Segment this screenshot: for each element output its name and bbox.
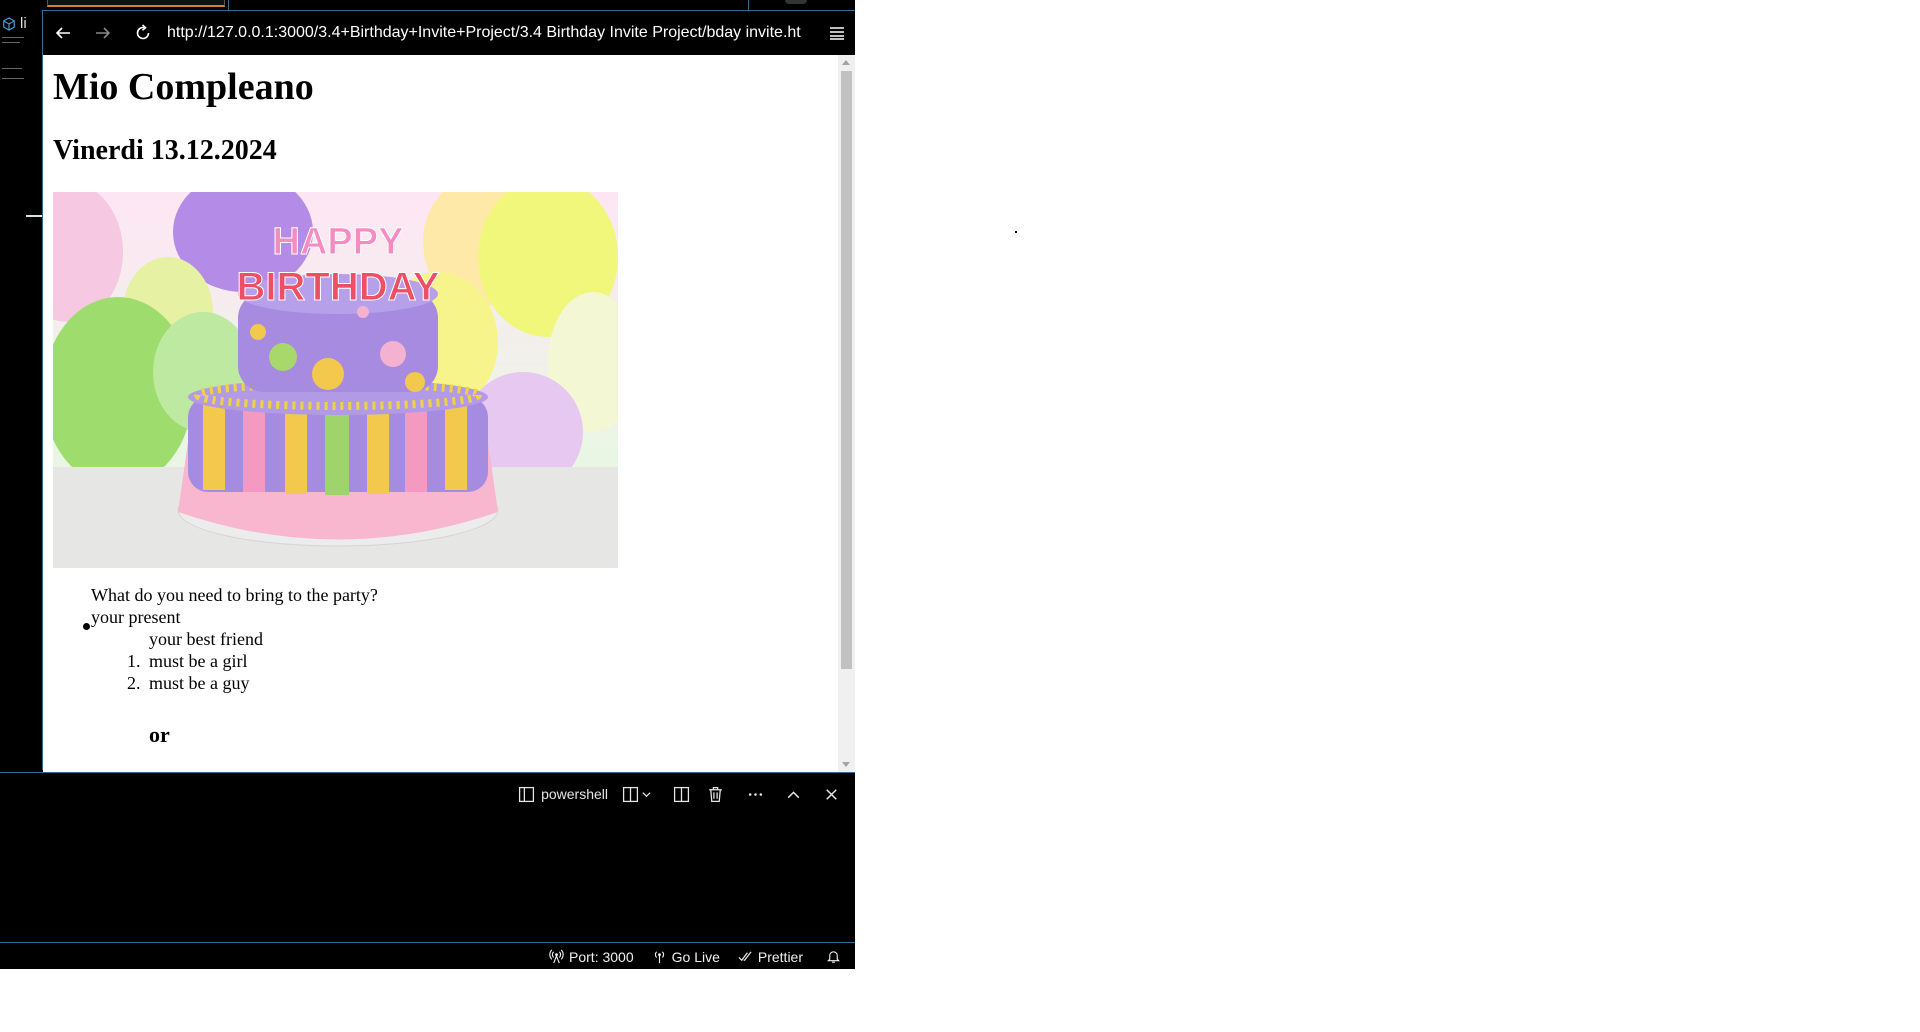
status-prettier-label: Prettier [757, 948, 803, 965]
broadcast-icon [549, 949, 564, 964]
antenna-icon [654, 951, 664, 964]
scroll-thumb[interactable] [841, 71, 852, 669]
menu-icon [830, 27, 844, 40]
ordered-item: must be a guy [149, 673, 250, 693]
editor-tab-active[interactable] [47, 0, 225, 7]
page-title: Mio Compleano [53, 66, 314, 108]
browser-menu-button[interactable] [821, 11, 853, 55]
or-heading: or [149, 722, 170, 747]
terminal-icon [519, 786, 535, 802]
browser-toolbar: http://127.0.0.1:3000/3.4+Birthday+Invit… [43, 11, 855, 55]
status-port[interactable]: Port: 3000 [540, 943, 643, 969]
tab-overflow [785, 0, 807, 4]
notifications-button[interactable] [812, 943, 855, 969]
split-icon [622, 786, 639, 802]
party-question: What do you need to bring to the party? [91, 585, 378, 605]
reload-button[interactable] [123, 11, 163, 55]
cube-icon [3, 16, 15, 31]
forward-icon [96, 27, 111, 39]
terminal-toolbar: powershell [515, 781, 847, 807]
party-date: Vinerdi 13.12.2024 [53, 135, 277, 166]
status-go-live-label: Go Live [671, 948, 720, 965]
new-terminal-button[interactable] [619, 781, 655, 807]
terminal-panel: powershell [0, 772, 855, 943]
back-icon [55, 27, 70, 39]
ellipsis-icon [748, 792, 762, 796]
close-panel-button[interactable] [815, 781, 847, 807]
explorer-item-label: li [20, 15, 27, 32]
page-scrollbar[interactable] [838, 55, 855, 772]
scroll-up-arrow[interactable] [842, 60, 850, 65]
maximize-panel-button[interactable] [777, 781, 809, 807]
close-icon [825, 788, 837, 800]
vscode-window: li http://127.0.0.1:3000/3.4+Birthday+In… [0, 0, 855, 969]
sash-indicator [26, 215, 42, 217]
stray-pixel [1015, 231, 1017, 233]
divider [2, 78, 24, 79]
cake-candle-letters-bottom: BIRTHDAY [237, 265, 440, 309]
editor-tab-strip [0, 0, 855, 11]
scroll-down-arrow[interactable] [842, 762, 850, 767]
tab-divider [748, 0, 749, 10]
more-actions-button[interactable] [739, 781, 771, 807]
explorer-item[interactable]: li [2, 15, 27, 32]
chevron-up-icon [787, 790, 799, 798]
ordered-item-number: 1. [127, 651, 141, 671]
ordered-item-number: 2. [127, 673, 141, 693]
split-terminal-button[interactable] [665, 781, 697, 807]
divider [2, 37, 24, 38]
explorer-rail: li [0, 10, 43, 770]
status-prettier[interactable]: Prettier [729, 943, 812, 969]
divider [2, 68, 22, 69]
address-bar[interactable]: http://127.0.0.1:3000/3.4+Birthday+Invit… [167, 24, 821, 42]
reload-icon [136, 24, 150, 40]
page-viewport[interactable]: Mio Compleano Vinerdi 13.12.2024 HAPPY B… [43, 55, 855, 772]
divider [2, 42, 20, 43]
trash-icon [708, 786, 722, 802]
back-button[interactable] [43, 11, 83, 55]
forward-button[interactable] [83, 11, 123, 55]
kill-terminal-button[interactable] [699, 781, 731, 807]
bullet-marker [83, 623, 90, 630]
chevron-down-icon [642, 791, 651, 797]
status-port-label: Port: 3000 [569, 948, 634, 965]
terminal-label: powershell [541, 786, 608, 802]
terminal-selector[interactable]: powershell [515, 781, 611, 807]
list-item: your present [91, 607, 181, 627]
tab-divider [228, 0, 229, 10]
status-bar: Port: 3000 Go Live Prettier [0, 942, 855, 969]
cake-candle-letters-top: HAPPY [273, 221, 404, 263]
status-go-live[interactable]: Go Live [643, 943, 729, 969]
list-item: your best friend [149, 629, 263, 649]
bell-icon [826, 951, 841, 963]
split-icon [673, 786, 689, 802]
birthday-cake-image: HAPPY BIRTHDAY [53, 192, 618, 568]
ordered-item: must be a girl [149, 651, 248, 671]
check-all-icon [738, 951, 752, 962]
